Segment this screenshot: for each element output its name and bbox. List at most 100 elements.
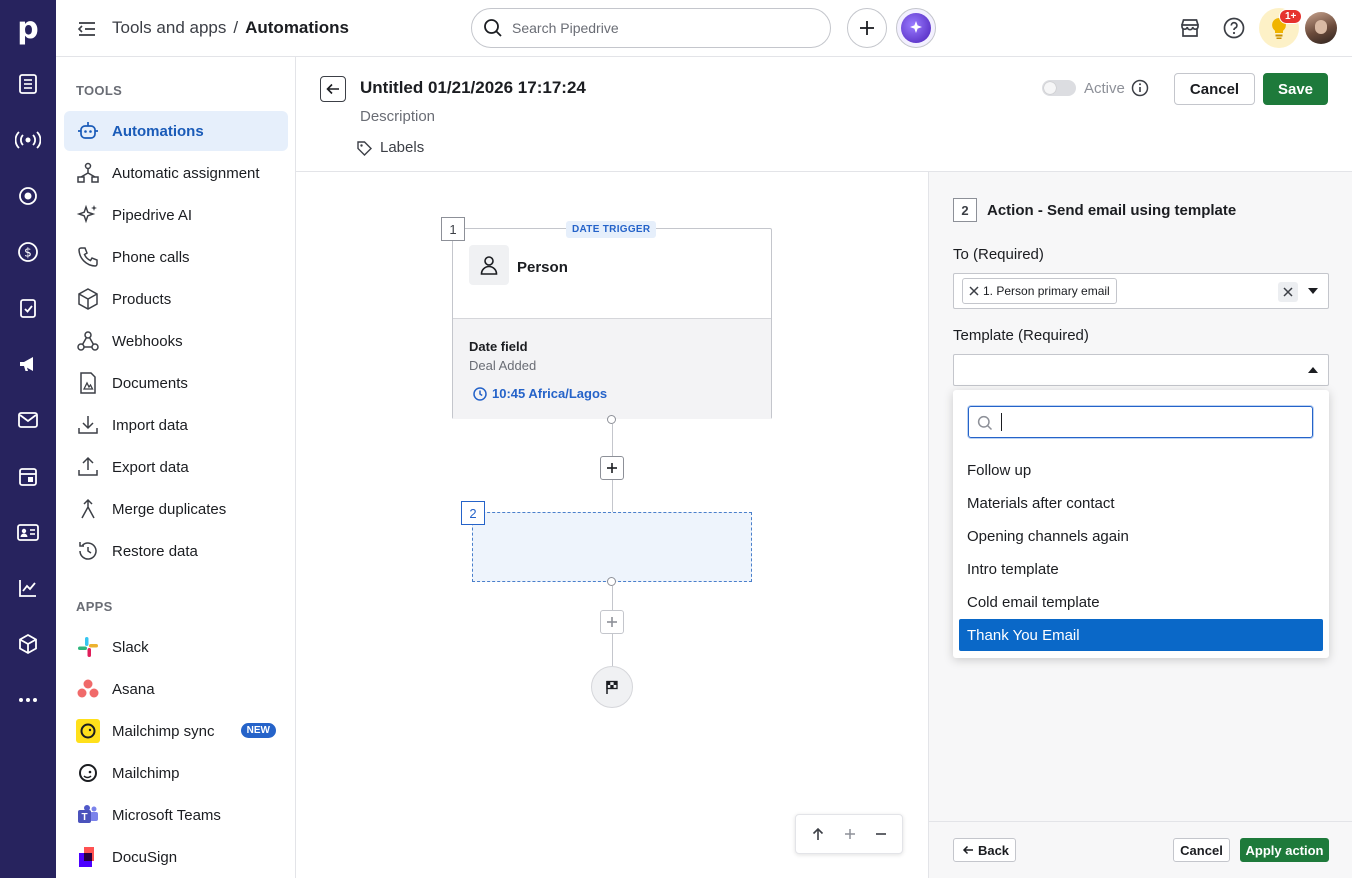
global-search[interactable]: [471, 8, 831, 48]
info-icon[interactable]: [1131, 79, 1149, 97]
calendar-icon[interactable]: [0, 454, 56, 498]
target-icon[interactable]: [0, 174, 56, 218]
template-option[interactable]: Materials after contact: [959, 487, 1323, 519]
clear-field-icon[interactable]: [1278, 282, 1298, 302]
sidebar-item-label: Restore data: [112, 542, 198, 560]
restore-icon: [76, 539, 100, 563]
cancel-action-button[interactable]: Cancel: [1173, 838, 1230, 862]
top-bar: Tools and apps / Automations 1+: [56, 0, 1352, 57]
connector-line: [612, 586, 613, 610]
sidebar-item-webhooks[interactable]: Webhooks: [64, 321, 288, 361]
back-action-button[interactable]: Back: [953, 838, 1016, 862]
sidebar-item-export-data[interactable]: Export data: [64, 447, 288, 487]
add-step-button-disabled[interactable]: [600, 610, 624, 634]
template-option[interactable]: Opening channels again: [959, 520, 1323, 552]
sidebar-item-import-data[interactable]: Import data: [64, 405, 288, 445]
trigger-details: Date field Deal Added 10:45 Africa/Lagos: [453, 318, 771, 419]
insights-chart-icon[interactable]: [0, 566, 56, 610]
recipient-chip: 1. Person primary email: [962, 278, 1117, 304]
template-option-highlighted[interactable]: Thank You Email: [959, 619, 1323, 651]
template-search-input[interactable]: [968, 406, 1313, 438]
svg-text:$: $: [24, 246, 32, 260]
trigger-field-title: Date field: [469, 339, 528, 354]
to-field[interactable]: 1. Person primary email: [953, 273, 1329, 309]
campaigns-signal-icon[interactable]: [0, 118, 56, 162]
search-input[interactable]: [512, 20, 812, 36]
mail-icon[interactable]: [0, 398, 56, 442]
sidebar-item-asana[interactable]: Asana: [64, 669, 288, 709]
tag-icon: [356, 140, 372, 156]
sidebar-item-label: DocuSign: [112, 848, 178, 866]
box-icon: [76, 287, 100, 311]
trigger-time-text: 10:45 Africa/Lagos: [492, 386, 608, 401]
connector-dot: [607, 415, 616, 424]
search-icon: [483, 18, 503, 38]
finish-flag-icon: [606, 680, 618, 694]
sidebar-item-slack[interactable]: Slack: [64, 627, 288, 667]
sidebar-item-products[interactable]: Products: [64, 279, 288, 319]
sidebar-item-mailchimp-sync[interactable]: Mailchimp sync NEW: [64, 711, 288, 751]
workflow-canvas[interactable]: Person Date field Deal Added 10:45 Afric…: [296, 172, 928, 878]
zoom-in-icon[interactable]: [844, 828, 856, 840]
chevron-down-icon[interactable]: [1308, 288, 1318, 294]
export-icon: [76, 455, 100, 479]
automation-title[interactable]: Untitled 01/21/2026 17:17:24: [360, 78, 586, 98]
products-box-icon[interactable]: [0, 622, 56, 666]
docusign-icon: [76, 845, 100, 869]
template-option[interactable]: Cold email template: [959, 586, 1323, 618]
quick-add-button[interactable]: [847, 8, 887, 48]
template-select[interactable]: [953, 354, 1329, 386]
zoom-controls: [795, 814, 903, 854]
tasks-clipboard-icon[interactable]: [0, 286, 56, 330]
panel-title-text: Action - Send email using template: [987, 201, 1237, 219]
active-toggle[interactable]: [1042, 80, 1076, 96]
help-icon[interactable]: [1222, 16, 1246, 40]
zoom-out-icon[interactable]: [875, 828, 887, 840]
more-dots-icon[interactable]: [0, 678, 56, 722]
template-option[interactable]: Intro template: [959, 553, 1323, 585]
sidebar-item-merge-duplicates[interactable]: Merge duplicates: [64, 489, 288, 529]
sidebar-item-phone-calls[interactable]: Phone calls: [64, 237, 288, 277]
sidebar-item-documents[interactable]: Documents: [64, 363, 288, 403]
contacts-card-icon[interactable]: [0, 510, 56, 554]
user-avatar[interactable]: [1305, 12, 1337, 44]
panel-step-number: 2: [953, 198, 977, 222]
save-button[interactable]: Save: [1263, 73, 1328, 105]
sidebar-item-docusign[interactable]: DocuSign: [64, 837, 288, 877]
sidebar-item-restore-data[interactable]: Restore data: [64, 531, 288, 571]
deals-dollar-icon[interactable]: $: [0, 230, 56, 274]
sidebar-item-label: Export data: [112, 458, 189, 476]
connector-dot: [607, 577, 616, 586]
leads-icon[interactable]: [0, 62, 56, 106]
ai-assistant-button[interactable]: [896, 8, 936, 48]
cancel-button[interactable]: Cancel: [1174, 73, 1255, 105]
add-step-button[interactable]: [600, 456, 624, 480]
marketplace-icon[interactable]: [1178, 16, 1202, 40]
tools-heading: TOOLS: [76, 83, 123, 98]
chevron-up-icon[interactable]: [1308, 367, 1318, 373]
breadcrumb-parent[interactable]: Tools and apps: [112, 18, 226, 38]
text-cursor: [1001, 413, 1002, 431]
sidebar-collapse-icon[interactable]: [76, 17, 100, 41]
arrow-up-icon[interactable]: [811, 827, 825, 841]
sidebar-item-microsoft-teams[interactable]: T Microsoft Teams: [64, 795, 288, 835]
back-button[interactable]: [320, 76, 346, 102]
sidebar-item-label: Slack: [112, 638, 149, 656]
document-icon: [76, 371, 100, 395]
apply-action-button[interactable]: Apply action: [1240, 838, 1329, 862]
sidebar-item-automations[interactable]: Automations: [64, 111, 288, 151]
action-placeholder[interactable]: [472, 512, 752, 582]
pipedrive-logo[interactable]: p: [0, 0, 56, 56]
template-dropdown: Follow up Materials after contact Openin…: [953, 390, 1329, 658]
search-icon: [977, 415, 993, 431]
megaphone-icon[interactable]: [0, 342, 56, 386]
sidebar-item-pipedrive-ai[interactable]: Pipedrive AI: [64, 195, 288, 235]
trigger-card[interactable]: Person Date field Deal Added 10:45 Afric…: [452, 228, 772, 419]
sidebar-item-automatic-assignment[interactable]: Automatic assignment: [64, 153, 288, 193]
automation-description[interactable]: Description: [360, 108, 435, 125]
labels-button[interactable]: Labels: [356, 139, 424, 156]
remove-chip-icon[interactable]: [967, 284, 981, 298]
labels-text: Labels: [380, 139, 425, 156]
template-option[interactable]: Follow up: [959, 454, 1323, 486]
sidebar-item-mailchimp[interactable]: Mailchimp: [64, 753, 288, 793]
